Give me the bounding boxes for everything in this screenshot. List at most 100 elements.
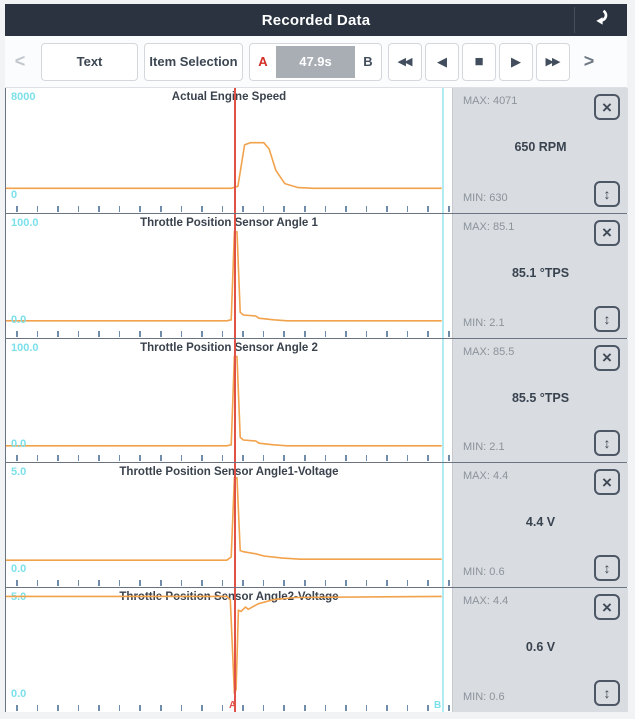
expand-vertical-icon: ↕ (603, 560, 611, 577)
tick-mark (36, 455, 39, 462)
tick-mark (262, 704, 265, 711)
cursor-b-line[interactable] (442, 213, 444, 338)
text-view-button[interactable]: Text (41, 42, 138, 81)
elapsed-time-display: 47.9s (276, 45, 355, 78)
min-value-label: MIN: 0.6 (463, 566, 505, 579)
max-value-label: MAX: 85.1 (463, 220, 515, 233)
close-icon: × (602, 97, 612, 117)
close-channel-button[interactable]: × (594, 219, 620, 246)
page-title: Recorded Data (261, 11, 371, 29)
min-value-label: MIN: 0.6 (463, 690, 505, 703)
expand-channel-button[interactable]: ↕ (594, 305, 620, 332)
tick-mark (36, 205, 39, 212)
tick-mark (345, 455, 347, 462)
stop-button[interactable]: ■ (462, 42, 496, 81)
cursor-b-line[interactable] (442, 588, 444, 712)
close-icon: × (602, 597, 612, 617)
time-axis-ticks (6, 330, 452, 338)
close-channel-button[interactable]: × (594, 469, 620, 496)
tick-mark (201, 580, 203, 587)
chart-plot-area[interactable]: 5.0 Throttle Position Sensor Angle1-Volt… (6, 463, 452, 588)
tick-mark (386, 455, 388, 462)
tick-mark (98, 330, 100, 337)
tick-mark (36, 330, 39, 337)
scale-min-label: 0.0 (11, 313, 27, 326)
current-value: 85.1 °TPS (511, 265, 570, 280)
tick-mark (180, 455, 183, 462)
tick-mark (242, 704, 244, 711)
current-value: 0.6 V (525, 640, 556, 655)
cursor-a-button[interactable]: A (250, 54, 276, 69)
tick-mark (324, 330, 327, 337)
play-backward-button[interactable]: ◀ (425, 42, 459, 81)
close-channel-button[interactable]: × (594, 344, 620, 371)
cursor-b-line[interactable] (442, 338, 444, 463)
tick-mark (221, 704, 224, 711)
chart-plot-area[interactable]: 8000 Actual Engine Speed 0 (6, 88, 452, 213)
chart-plot-area[interactable]: 5.0 Throttle Position Sensor Angle2-Volt… (6, 588, 452, 712)
tick-mark (365, 704, 368, 711)
tick-mark (345, 580, 347, 587)
max-value-label: MAX: 4071 (463, 95, 518, 107)
tick-mark (262, 580, 265, 587)
rewind-button[interactable]: ◀◀ (388, 42, 422, 81)
expand-channel-button[interactable]: ↕ (594, 180, 620, 207)
chart-plot-area[interactable]: 100.0 Throttle Position Sensor Angle 2 0… (6, 338, 452, 463)
tick-mark (324, 455, 327, 462)
cursor-a-line[interactable] (234, 88, 236, 213)
tick-mark (98, 704, 100, 711)
signal-trace (6, 595, 442, 695)
chart-panel-row: 100.0 Throttle Position Sensor Angle 1 0… (6, 212, 628, 338)
expand-channel-button[interactable]: ↕ (594, 679, 620, 706)
tick-mark (448, 455, 450, 462)
expand-vertical-icon: ↕ (603, 185, 611, 202)
expand-channel-button[interactable]: ↕ (594, 555, 620, 582)
expand-vertical-icon: ↕ (603, 684, 611, 701)
cursor-a-line[interactable] (234, 463, 236, 588)
tick-mark (283, 704, 285, 711)
fast-forward-button[interactable]: ▶▶ (536, 42, 570, 81)
cursor-b-button[interactable]: B (355, 54, 381, 69)
tick-mark (262, 330, 265, 337)
min-value-label: MIN: 2.1 (463, 316, 505, 329)
tick-mark (262, 455, 265, 462)
tick-mark (345, 330, 347, 337)
expand-vertical-icon: ↕ (603, 435, 611, 452)
toolbar: < Text Item Selection A 47.9s B ◀◀ ◀ ■ ▶… (5, 36, 627, 88)
tick-mark (77, 580, 80, 587)
tick-mark (16, 580, 18, 587)
cursor-a-line[interactable] (234, 213, 236, 338)
page-next-button[interactable]: > (576, 51, 602, 72)
signal-trace (6, 355, 442, 447)
close-channel-button[interactable]: × (594, 594, 620, 621)
close-channel-button[interactable]: × (594, 94, 620, 120)
exit-button[interactable] (583, 8, 615, 32)
value-side-panel: MAX: 85.5 × 85.5 °TPS MIN: 2.1 ↕ (452, 338, 628, 463)
tick-mark (118, 330, 121, 337)
cursor-b-line[interactable] (442, 88, 444, 213)
item-selection-button[interactable]: Item Selection (144, 42, 243, 81)
ab-range-control: A 47.9s B (249, 42, 382, 81)
cursor-a-line[interactable] (234, 338, 236, 463)
page-previous-button[interactable]: < (7, 51, 33, 72)
cursor-a-line[interactable] (234, 588, 236, 712)
chart-plot-area[interactable]: 100.0 Throttle Position Sensor Angle 1 0… (6, 213, 452, 338)
current-value: 650 RPM (514, 140, 567, 155)
cursor-b-line[interactable] (442, 463, 444, 588)
play-forward-button[interactable]: ▶ (499, 42, 533, 81)
expand-channel-button[interactable]: ↕ (594, 430, 620, 457)
tick-mark (365, 455, 368, 462)
max-value-label: MAX: 4.4 (463, 470, 509, 483)
tick-mark (242, 455, 244, 462)
return-arrow-icon (588, 9, 610, 32)
tick-mark (118, 580, 121, 587)
tick-mark (98, 580, 100, 587)
tick-mark (304, 580, 306, 587)
time-axis-ticks (6, 454, 452, 462)
tick-mark (180, 580, 183, 587)
scale-min-label: 0 (11, 188, 18, 201)
chart-panel-row: 5.0 Throttle Position Sensor Angle1-Volt… (6, 462, 628, 588)
tick-mark (262, 205, 265, 212)
tick-mark (16, 205, 18, 212)
tick-mark (406, 205, 409, 212)
